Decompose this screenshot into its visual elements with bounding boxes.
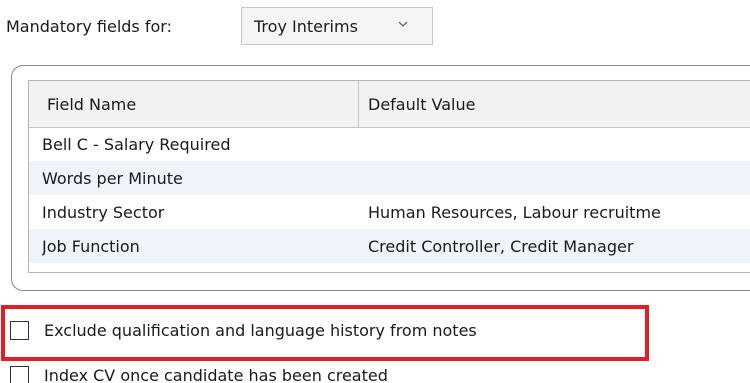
table-row[interactable]: Bell C - Salary Required bbox=[29, 127, 750, 161]
mandatory-fields-table: Field Name Default Value Bell C - Salary… bbox=[28, 80, 750, 273]
index-cv-option[interactable]: Index CV once candidate has been created bbox=[10, 366, 388, 383]
table-row[interactable]: Job Function Credit Controller, Credit M… bbox=[29, 229, 750, 263]
mandatory-fields-panel: Mandatory fields for: Troy Interims Fiel… bbox=[0, 0, 750, 383]
field-name-cell: Job Function bbox=[42, 236, 140, 256]
dropdown-selected-value: Troy Interims bbox=[254, 16, 358, 36]
exclude-history-checkbox[interactable] bbox=[10, 321, 29, 340]
exclude-history-option[interactable]: Exclude qualification and language histo… bbox=[10, 321, 477, 340]
exclude-history-label: Exclude qualification and language histo… bbox=[44, 321, 477, 340]
mandatory-fields-label: Mandatory fields for: bbox=[6, 17, 172, 36]
index-cv-checkbox[interactable] bbox=[10, 366, 29, 383]
default-value-cell[interactable]: Credit Controller, Credit Manager bbox=[368, 229, 750, 263]
field-name-cell: Bell C - Salary Required bbox=[42, 134, 231, 154]
default-value-cell[interactable] bbox=[368, 127, 750, 161]
column-header-default-value[interactable]: Default Value bbox=[359, 81, 750, 127]
field-name-cell: Industry Sector bbox=[42, 202, 165, 222]
table-header: Field Name Default Value bbox=[29, 81, 750, 128]
column-header-field-name[interactable]: Field Name bbox=[29, 81, 359, 127]
table-row[interactable]: Words per Minute bbox=[29, 161, 750, 195]
index-cv-label: Index CV once candidate has been created bbox=[44, 366, 388, 383]
table-row[interactable]: Industry Sector Human Resources, Labour … bbox=[29, 195, 750, 229]
default-value-cell[interactable]: Human Resources, Labour recruitme bbox=[368, 195, 750, 229]
mandatory-fields-dropdown[interactable]: Troy Interims bbox=[241, 7, 433, 45]
chevron-down-icon bbox=[398, 21, 408, 27]
field-name-cell: Words per Minute bbox=[42, 168, 183, 188]
default-value-cell[interactable] bbox=[368, 161, 750, 195]
